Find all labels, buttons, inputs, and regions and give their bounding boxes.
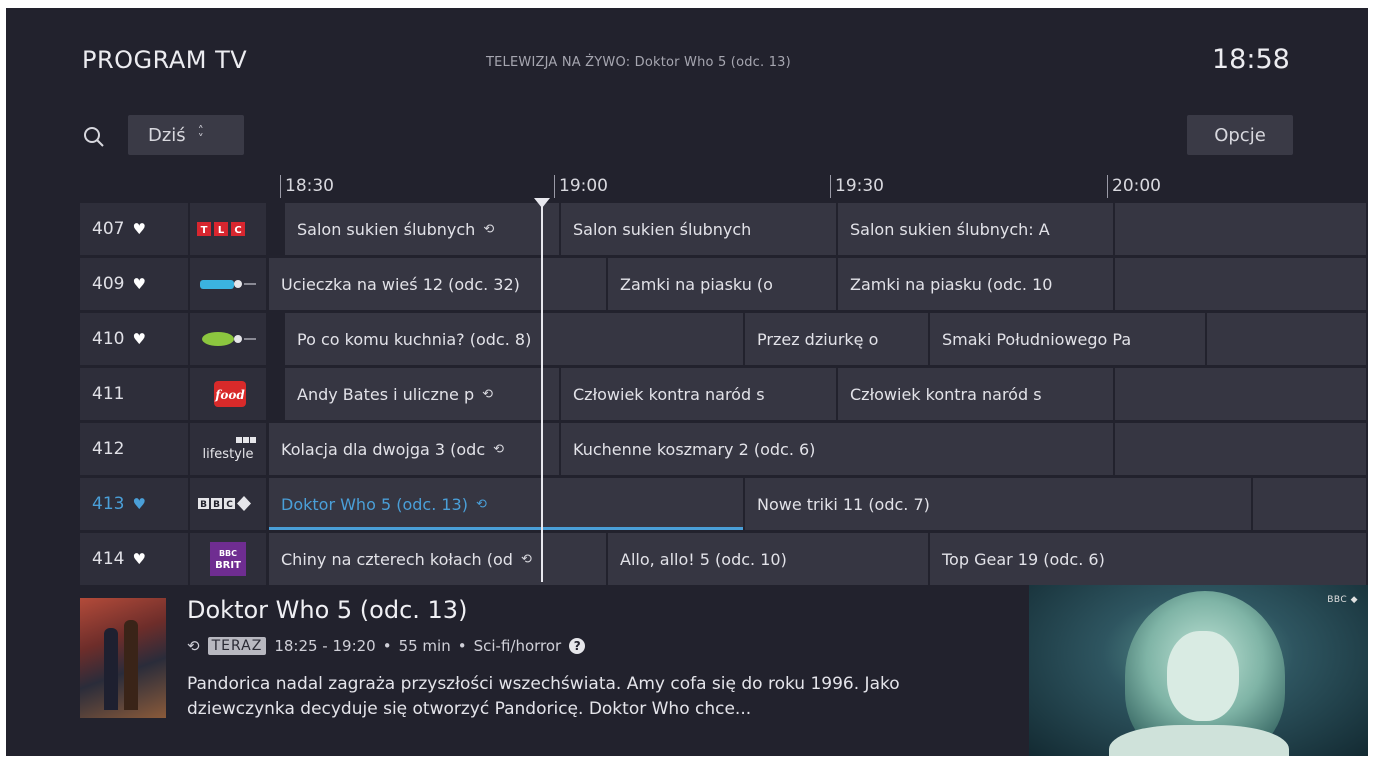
replay-icon: ⟲ [482, 386, 494, 402]
program-cell-selected[interactable]: Doktor Who 5 (odc. 13) ⟲ [269, 478, 745, 530]
program-cell[interactable]: Smaki Południowego Pa [930, 313, 1207, 365]
channel-logo: food [190, 368, 266, 420]
program-cell[interactable]: Kuchenne koszmary 2 (odc. 6) [561, 423, 1115, 475]
logo-text: lifestyle [203, 447, 254, 462]
heart-icon: ♥ [132, 495, 146, 513]
program-cell[interactable]: Salon sukien ślubnych [561, 203, 838, 255]
logo-text: B [213, 500, 220, 510]
program-cell[interactable]: Zamki na piasku (o [608, 258, 838, 310]
program-cell[interactable] [1253, 478, 1368, 530]
time-tick: 20:00 [1107, 175, 1161, 198]
channel-row: 407 ♥ T L C Salon sukien ślubnych ⟲ Salo… [80, 203, 1368, 255]
replay-icon: ⟲ [483, 221, 495, 237]
program-cell[interactable] [1115, 423, 1368, 475]
now-badge: TERAZ [207, 637, 267, 655]
channel-number[interactable]: 414 ♥ [80, 533, 188, 585]
heart-icon: ♥ [132, 550, 146, 568]
channel-watermark: BBC ◆ [1327, 595, 1358, 605]
live-preview-video[interactable]: BBC ◆ [1029, 585, 1368, 756]
logo-text: L [218, 225, 225, 236]
channel-row: 410 ♥ Po co komu kuchnia? (odc. 8) Przez… [80, 313, 1368, 365]
logo-text: B [200, 500, 207, 510]
up-down-icon: ˄ ˅ [197, 124, 204, 146]
tv-guide-screen: PROGRAM TV TELEWIZJA NA ŻYWO: Doktor Who… [6, 8, 1368, 756]
channel-logo: B B C [190, 478, 266, 530]
logo-text: C [234, 225, 241, 236]
clock: 18:58 [1212, 44, 1290, 75]
replay-icon: ⟲ [520, 551, 532, 567]
program-cell[interactable] [1115, 368, 1368, 420]
channel-row: 411 food Andy Bates i uliczne p ⟲ Człowi… [80, 368, 1368, 420]
day-selector-label: Dziś [148, 124, 186, 146]
search-icon[interactable] [82, 125, 106, 149]
live-tv-label[interactable]: TELEWIZJA NA ŻYWO: Doktor Who 5 (odc. 13… [486, 55, 791, 70]
logo-text: T [201, 225, 208, 236]
program-cell[interactable]: Kolacja dla dwojga 3 (odc ⟲ [269, 423, 561, 475]
heart-icon: ♥ [132, 220, 146, 238]
channel-number[interactable]: 410 ♥ [80, 313, 188, 365]
day-selector[interactable]: Dziś ˄ ˅ [128, 115, 244, 155]
parental-rating-icon: ? [569, 638, 586, 654]
logo-text: C [226, 500, 233, 510]
channel-row: 409 ♥ Ucieczka na wieś 12 (odc. 32) Zamk… [80, 258, 1368, 310]
program-cell[interactable] [1207, 313, 1368, 365]
channel-logo: lifestyle [190, 423, 266, 475]
channel-number[interactable]: 412 [80, 423, 188, 475]
program-cell[interactable]: Człowiek kontra naród s [838, 368, 1115, 420]
separator: • [457, 637, 467, 655]
time-tick: 19:30 [830, 175, 884, 198]
page-title: PROGRAM TV [82, 46, 248, 74]
replay-icon: ⟲ [493, 441, 505, 457]
program-cell[interactable]: Top Gear 19 (odc. 6) [930, 533, 1368, 585]
time-tick: 18:30 [280, 175, 334, 198]
program-cell[interactable]: Salon sukien ślubnych ⟲ [285, 203, 561, 255]
program-cell[interactable]: Zamki na piasku (odc. 10 [838, 258, 1115, 310]
channel-row: 414 ♥ BBC BRIT Chiny na czterech kołach … [80, 533, 1368, 585]
channel-logo [190, 258, 266, 310]
program-cell[interactable]: Po co komu kuchnia? (odc. 8) [285, 313, 745, 365]
program-cell[interactable]: Chiny na czterech kołach (od ⟲ [269, 533, 608, 585]
channel-number[interactable]: 413 ♥ [80, 478, 188, 530]
program-cell[interactable]: Nowe triki 11 (odc. 7) [745, 478, 1253, 530]
program-cell[interactable]: Przez dziurkę o [745, 313, 930, 365]
options-button[interactable]: Opcje [1187, 115, 1293, 155]
heart-icon: ♥ [132, 330, 146, 348]
channel-number[interactable]: 409 ♥ [80, 258, 188, 310]
channel-logo [190, 313, 266, 365]
logo-text: BBC [219, 549, 237, 558]
channel-number[interactable]: 407 ♥ [80, 203, 188, 255]
program-duration: 55 min [398, 637, 451, 655]
separator: • [382, 637, 392, 655]
current-time-marker-icon [534, 198, 550, 208]
program-description: Pandorica nadal zagraża przyszłości wsze… [187, 674, 900, 719]
program-cell[interactable]: Allo, allo! 5 (odc. 10) [608, 533, 930, 585]
logo-text: BRIT [215, 560, 241, 571]
program-poster [80, 598, 166, 718]
channel-logo: BBC BRIT [190, 533, 266, 585]
channel-logo: T L C [190, 203, 266, 255]
program-meta: ⟲ TERAZ 18:25 - 19:20 • 55 min • Sci-fi/… [187, 637, 586, 655]
channel-row-selected: 413 ♥ B B C Doktor Who 5 (odc. 13) ⟲ Now… [80, 478, 1368, 530]
heart-icon: ♥ [132, 275, 146, 293]
program-cell[interactable] [1115, 203, 1368, 255]
time-tick: 19:00 [554, 175, 608, 198]
program-cell[interactable]: Człowiek kontra naród s [561, 368, 838, 420]
channel-number[interactable]: 411 [80, 368, 188, 420]
channel-row: 412 lifestyle Kolacja dla dwojga 3 (odc … [80, 423, 1368, 475]
replay-icon: ⟲ [187, 637, 200, 655]
program-title: Doktor Who 5 (odc. 13) [187, 596, 468, 624]
program-cell[interactable] [1115, 258, 1368, 310]
program-cell[interactable]: Andy Bates i uliczne p ⟲ [285, 368, 561, 420]
program-genre: Sci-fi/horror [473, 637, 562, 655]
program-time: 18:25 - 19:20 [274, 637, 376, 655]
replay-icon: ⟲ [475, 496, 487, 512]
program-cell[interactable]: Ucieczka na wieś 12 (odc. 32) [269, 258, 608, 310]
program-cell[interactable]: Salon sukien ślubnych: A [838, 203, 1115, 255]
logo-text: food [214, 388, 245, 402]
current-time-line [541, 204, 543, 582]
